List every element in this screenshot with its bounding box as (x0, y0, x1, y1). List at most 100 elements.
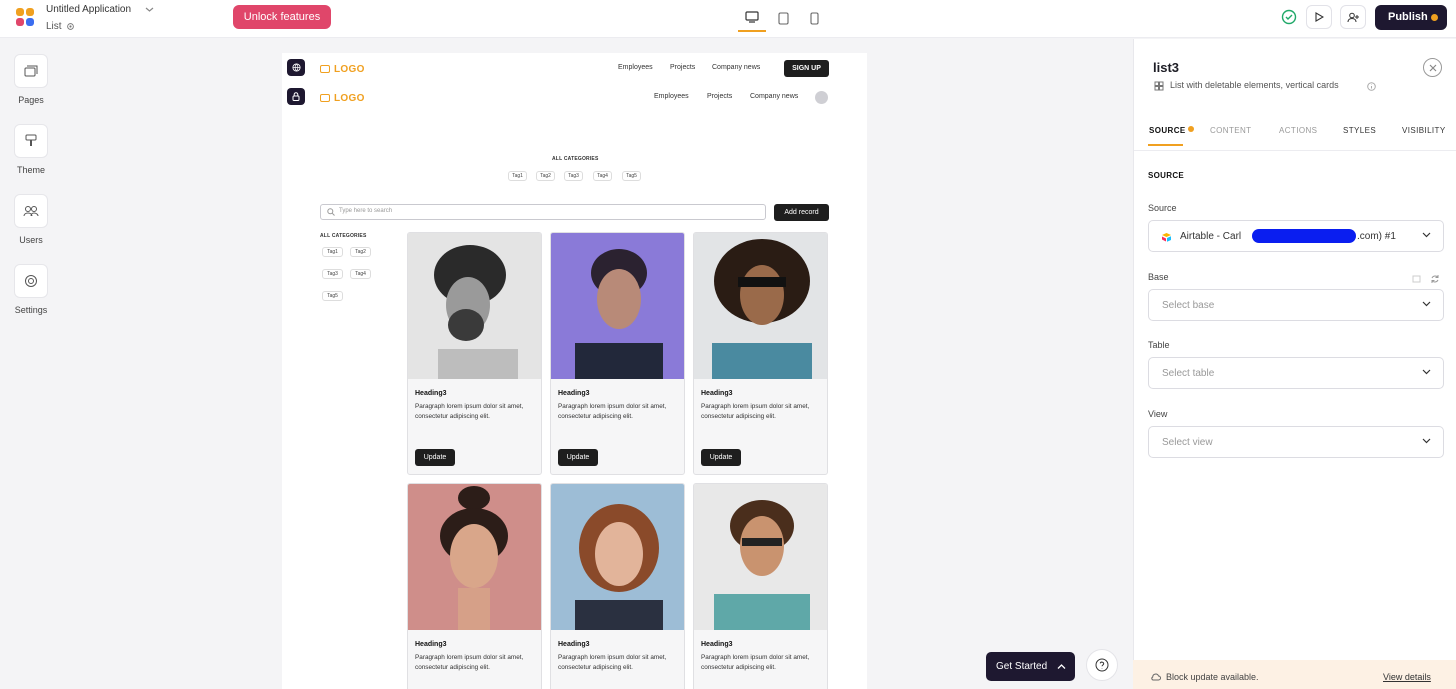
view-label: View (1148, 409, 1168, 419)
sidebar-tag-chip[interactable]: Tag5 (322, 291, 343, 301)
desktop-icon (745, 11, 759, 23)
nav-users[interactable] (14, 194, 48, 228)
sign-up-button[interactable]: SIGN UP (784, 60, 829, 77)
tag-chip[interactable]: Tag5 (622, 171, 641, 181)
list-card: Heading3 Paragraph lorem ipsum dolor sit… (693, 232, 828, 475)
sidebar-tag-chip[interactable]: Tag1 (322, 247, 343, 257)
nav-users-label: Users (19, 235, 43, 245)
desktop-view-button[interactable] (738, 4, 766, 32)
card-heading: Heading3 (415, 641, 447, 648)
source-value-prefix: Airtable - Carl (1180, 231, 1242, 242)
users-icon (23, 206, 39, 217)
nav-pages[interactable] (14, 54, 48, 88)
tabs-divider (1134, 150, 1456, 151)
list-card: Heading3 Paragraph lorem ipsum dolor sit… (407, 232, 542, 475)
nav-company-news-2[interactable]: Company news (750, 93, 798, 100)
nav-pages-label: Pages (18, 95, 44, 105)
publish-status-dot (1431, 14, 1438, 21)
source-select[interactable]: Airtable - Carl .com) #1 (1148, 220, 1444, 252)
sidebar-tag-chip[interactable]: Tag2 (350, 247, 371, 257)
chevron-down-icon[interactable] (145, 6, 154, 13)
card-text: Paragraph lorem ipsum dolor sit amet, co… (415, 403, 524, 420)
app-title[interactable]: Untitled Application (46, 4, 131, 15)
nav-projects[interactable]: Projects (670, 64, 695, 71)
view-placeholder: Select view (1162, 437, 1213, 448)
nav-employees[interactable]: Employees (618, 64, 653, 71)
card-text: Paragraph lorem ipsum dolor sit amet, co… (415, 654, 524, 671)
update-button[interactable]: Update (558, 449, 598, 466)
preview-button[interactable] (1306, 5, 1332, 29)
tag-chip[interactable]: Tag4 (593, 171, 612, 181)
nav-projects-2[interactable]: Projects (707, 93, 732, 100)
logo-icon (320, 65, 330, 73)
tag-chip[interactable]: Tag3 (564, 171, 583, 181)
check-circle-icon[interactable] (1281, 9, 1297, 25)
tab-styles[interactable]: STYLES (1343, 126, 1376, 135)
redacted-scribble (1252, 229, 1356, 243)
unlock-features-button[interactable]: Unlock features (233, 5, 331, 29)
tab-actions[interactable]: ACTIONS (1279, 126, 1317, 135)
nav-settings[interactable] (14, 264, 48, 298)
nav-theme[interactable] (14, 124, 48, 158)
nav-employees-2[interactable]: Employees (654, 93, 689, 100)
close-button[interactable] (1423, 58, 1442, 77)
update-banner: Block update available. View details (1133, 660, 1456, 689)
view-select[interactable]: Select view (1148, 426, 1444, 458)
base-select[interactable]: Select base (1148, 289, 1444, 321)
info-icon[interactable] (1367, 82, 1376, 91)
publish-button[interactable]: Publish (1375, 5, 1447, 30)
header-logo[interactable]: LOGO (320, 64, 365, 75)
get-started-label: Get Started (996, 661, 1048, 672)
card-photo (408, 233, 541, 379)
tab-source[interactable]: SOURCE (1149, 126, 1186, 135)
question-icon (1095, 658, 1109, 672)
nav-company-news[interactable]: Company news (712, 64, 760, 71)
chevron-down-icon (1422, 369, 1431, 375)
invite-user-button[interactable] (1340, 5, 1366, 29)
sidebar-tag-chip[interactable]: Tag4 (350, 269, 371, 279)
component-name[interactable]: list3 (1153, 60, 1179, 75)
chevron-up-icon (1057, 664, 1066, 669)
add-record-button[interactable]: Add record (774, 204, 829, 221)
tag-chip[interactable]: Tag1 (508, 171, 527, 181)
table-icon[interactable] (1412, 275, 1421, 283)
refresh-icon[interactable] (1430, 274, 1440, 284)
tag-chip[interactable]: Tag2 (536, 171, 555, 181)
update-button[interactable]: Update (701, 449, 741, 466)
card-photo (408, 484, 541, 630)
avatar[interactable] (815, 91, 828, 104)
card-heading: Heading3 (558, 390, 590, 397)
airtable-icon (1162, 233, 1171, 242)
view-details-link[interactable]: View details (1383, 672, 1431, 682)
tab-visibility[interactable]: VISIBILITY (1402, 126, 1446, 135)
card-text: Paragraph lorem ipsum dolor sit amet, co… (558, 654, 667, 671)
list-card: Heading3 Paragraph lorem ipsum dolor sit… (550, 483, 685, 689)
help-button[interactable] (1086, 649, 1118, 681)
search-input[interactable]: Type here to search (320, 204, 766, 220)
mobile-view-button[interactable] (800, 4, 828, 32)
lock-icon (292, 92, 300, 101)
tablet-view-button[interactable] (769, 4, 797, 32)
list-card: Heading3 Paragraph lorem ipsum dolor sit… (550, 232, 685, 475)
globe-icon (291, 63, 301, 72)
header-logo-2[interactable]: LOGO (320, 93, 365, 104)
lock-block-button[interactable] (287, 88, 305, 105)
grid-icon (1154, 81, 1164, 91)
card-text: Paragraph lorem ipsum dolor sit amet, co… (701, 403, 810, 420)
card-photo (694, 233, 827, 379)
tab-content[interactable]: CONTENT (1210, 126, 1251, 135)
section-title: SOURCE (1148, 171, 1185, 180)
gear-icon[interactable] (66, 22, 75, 31)
get-started-button[interactable]: Get Started (986, 652, 1075, 681)
card-heading: Heading3 (415, 390, 447, 397)
pages-icon (24, 65, 38, 77)
page-canvas: LOGO Employees Projects Company news SIG… (282, 53, 867, 689)
update-button[interactable]: Update (415, 449, 455, 466)
sidebar-tag-chip[interactable]: Tag3 (322, 269, 343, 279)
table-select[interactable]: Select table (1148, 357, 1444, 389)
nav-theme-label: Theme (16, 165, 45, 175)
card-photo (551, 484, 684, 630)
globe-block-button[interactable] (287, 59, 305, 76)
nav-settings-label: Settings (14, 305, 48, 315)
sidebar-categories-title: ALL CATEGORIES (320, 233, 367, 239)
